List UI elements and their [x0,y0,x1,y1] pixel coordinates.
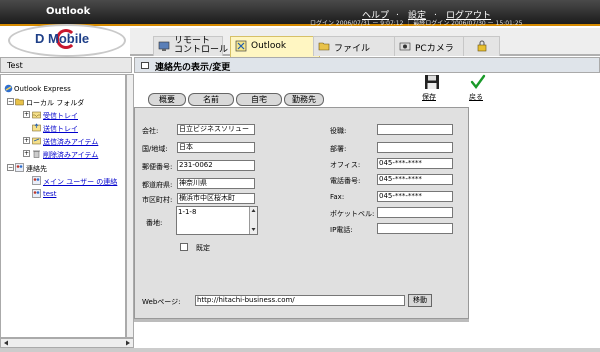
department-label: 部署: [330,145,347,153]
scroll-right-icon[interactable] [125,340,131,346]
subtab-overview[interactable]: 概要 [148,93,186,106]
tab-remote-control[interactable]: リモート コントロール [153,36,228,56]
prefecture-label: 都道府県: [142,181,173,189]
checkmark-icon [470,74,486,89]
contact-group-icon [32,176,41,185]
save-label: 保存 [422,93,436,101]
scroll-down-icon[interactable] [251,227,256,232]
expand-icon[interactable]: + [23,150,30,157]
fax-label: Fax: [330,193,345,201]
tab-remote-label-2: コントロール [174,45,229,55]
back-button[interactable]: 戻る [466,74,490,102]
tree-test[interactable]: test [43,190,56,198]
tree-horizontal-scrollbar[interactable] [0,338,134,348]
window-icon [141,62,149,69]
go-button[interactable]: 移動 [408,294,432,307]
tab-pc-camera[interactable]: PCカメラ [394,36,466,56]
fax-field[interactable]: 045-***-**** [377,191,453,202]
country-field[interactable]: 日本 [177,142,255,153]
expand-icon[interactable]: + [23,111,30,118]
tab-file[interactable]: ファイル [313,36,403,56]
separator: . [396,8,399,18]
outlook-icon [235,40,247,52]
inbox-icon [32,111,41,119]
tab-lock[interactable] [463,36,500,56]
tree-main-user-contacts[interactable]: メイン ユーザー の連絡 [43,177,117,187]
lock-icon [477,40,487,52]
tab-file-label: ファイル [334,44,371,54]
right-panel-header: 連絡先の表示/変更 [134,57,600,73]
department-field[interactable] [377,142,453,153]
subtab-home[interactable]: 自宅 [236,93,282,106]
separator: . [434,8,437,18]
street-scrollbar[interactable] [249,207,257,234]
city-label: 市区町村: [142,196,173,204]
country-label: 国/地域: [142,145,168,153]
contacts-icon [15,163,24,172]
tab-outlook[interactable]: Outlook [230,36,320,57]
zip-field[interactable]: 231-0062 [177,160,255,171]
webpage-label: Webページ: [142,298,181,306]
city-field[interactable]: 横浜市中区桜木町 [177,193,255,204]
phone-label: 電話番号: [330,177,361,185]
default-checkbox[interactable] [180,243,188,251]
ip-phone-field[interactable] [377,223,453,234]
outlook-express-icon [4,84,13,93]
street-label: 番地: [146,219,163,227]
tab-camera-label: PCカメラ [415,44,454,54]
tab-outlook-label: Outlook [251,41,287,51]
logo-text: D Mobile [35,31,90,46]
default-label: 既定 [196,244,210,252]
street-textarea[interactable]: 1-1-8 [176,206,258,235]
status-bar [0,348,600,352]
collapse-icon[interactable]: − [7,164,14,171]
tree-inbox[interactable]: 受信トレイ [43,111,78,121]
tree-sent-items[interactable]: 送信済みアイテム [43,137,98,147]
login-info: ログイン 2006/07/31 ー 9:07:12 ｜ 最終ログイン 2006/… [310,20,523,27]
panel-title: 連絡先の表示/変更 [155,63,231,73]
expand-icon[interactable]: + [23,137,30,144]
tree-vertical-scrollbar[interactable] [126,74,134,338]
office-label: オフィス: [330,161,361,169]
sent-items-icon [32,137,41,145]
pager-label: ポケットベル: [330,210,375,218]
deleted-items-icon [33,150,40,158]
tree-root[interactable]: Outlook Express [14,85,71,93]
contact-group-icon [32,189,41,198]
pager-field[interactable] [377,207,453,218]
form-bottom-border [134,319,469,322]
webpage-field[interactable]: http://hitachi-business.com/ [195,295,405,306]
subtab-name[interactable]: 名前 [188,93,234,106]
outbox-icon [32,123,41,132]
save-button[interactable]: 保存 [420,74,444,102]
collapse-icon[interactable]: − [7,98,14,105]
local-folder-icon [15,98,24,106]
folder-icon [318,42,330,51]
office-field[interactable]: 045-***-**** [377,158,453,169]
company-label: 会社: [142,127,159,135]
subtab-work[interactable]: 勤務先 [284,93,324,106]
scroll-up-icon[interactable] [251,208,256,213]
left-panel-title: Test [7,61,23,70]
prefecture-field[interactable]: 神奈川県 [177,178,255,189]
app-title: Outlook [46,6,91,17]
back-label: 戻る [469,93,483,101]
tree-contacts[interactable]: 連絡先 [26,164,47,174]
company-field[interactable]: 日立ビジネスソリュー [177,124,255,135]
job-title-field[interactable] [377,124,453,135]
ip-phone-label: IP電話: [330,226,353,234]
remote-icon [158,41,170,51]
phone-field[interactable]: 045-***-**** [377,174,453,185]
job-title-label: 役職: [330,127,347,135]
tree-deleted-items[interactable]: 削除済みアイテム [43,150,98,160]
floppy-disk-icon [425,75,439,89]
tree-local-folders[interactable]: ローカル フォルダ [26,98,84,108]
scroll-left-icon[interactable] [3,340,9,346]
left-panel-header: Test [0,57,132,73]
tree-outbox[interactable]: 送信トレイ [43,124,78,134]
folder-tree: Outlook Express − ローカル フォルダ + 受信トレイ 送信トレ… [0,74,126,338]
zip-label: 郵便番号: [142,163,173,171]
camera-icon [399,42,411,51]
